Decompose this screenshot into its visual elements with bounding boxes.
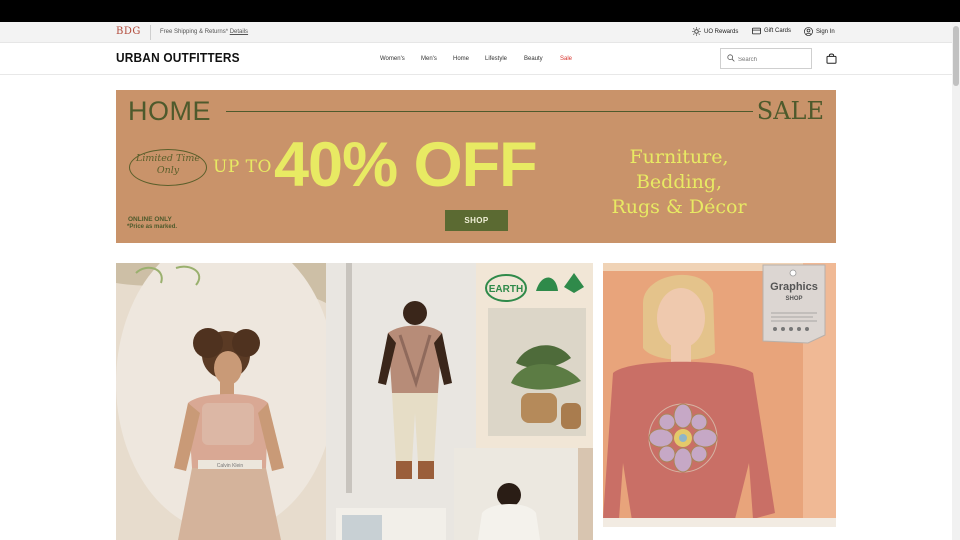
nav-mens[interactable]: Men's (421, 56, 437, 62)
shipping-text: Free Shipping & Returns* (160, 29, 229, 35)
urban-outfitters-logo[interactable]: URBAN OUTFITTERS (116, 51, 240, 65)
waistband-label: Calvin Klein (217, 463, 244, 469)
shipping-promo: Free Shipping & Returns* Details (160, 29, 248, 35)
discount-headline: 40% OFF (274, 130, 538, 200)
utility-divider (150, 25, 151, 40)
shipping-details-link[interactable]: Details (230, 29, 248, 35)
up-to-text: UP TO (213, 157, 272, 177)
user-icon (804, 27, 813, 36)
search-icon (727, 54, 735, 62)
browser-top-bar (0, 0, 960, 22)
lifestyle-collage[interactable]: Calvin Klein EARTH (116, 263, 593, 540)
online-only-label: ONLINE ONLY (128, 216, 172, 223)
sign-in-link[interactable]: Sign In (804, 27, 835, 36)
scrollbar-track[interactable] (952, 22, 960, 540)
nav-home[interactable]: Home (453, 56, 469, 62)
graphics-tag-subtitle: SHOP (785, 296, 802, 302)
collage-image: Calvin Klein EARTH (116, 263, 593, 540)
bdg-brand-link[interactable]: BDG (116, 26, 141, 37)
home-sale-banner[interactable]: HOME SALE Limited Time Only UP TO 40% OF… (116, 90, 836, 243)
uo-rewards-label: UO Rewards (704, 28, 739, 35)
price-note: *Price as marked. (127, 224, 178, 230)
shop-button[interactable]: SHOP (445, 210, 508, 231)
banner-home-heading: HOME (128, 96, 211, 126)
nav-beauty[interactable]: Beauty (524, 56, 543, 62)
limited-time-text: Limited Time Only (136, 153, 200, 176)
scrollbar-thumb[interactable] (953, 26, 959, 86)
earth-badge-text: EARTH (489, 284, 523, 295)
shopping-bag-icon[interactable] (826, 53, 837, 64)
sale-categories-line-2: Rugs & Décor (611, 196, 747, 218)
graphics-shop-tile[interactable]: Graphics SHOP (603, 263, 836, 527)
uo-rewards-link[interactable]: UO Rewards (692, 27, 738, 36)
search-box[interactable] (720, 48, 812, 69)
graphics-shop-image: Graphics SHOP (603, 263, 836, 527)
banner-rule (226, 111, 753, 112)
gift-cards-label: Gift Cards (764, 28, 792, 34)
sign-in-label: Sign In (816, 28, 835, 35)
nav-lifestyle[interactable]: Lifestyle (485, 56, 507, 62)
gift-card-icon (752, 27, 761, 35)
banner-sale-heading: SALE (756, 97, 824, 125)
sale-categories-line-1: Furniture, Bedding, (629, 146, 729, 193)
sale-categories: Furniture, Bedding, Rugs & Décor (584, 145, 774, 220)
nav-sale[interactable]: Sale (560, 56, 572, 62)
search-input[interactable] (738, 54, 808, 65)
graphics-tag-title: Graphics (770, 281, 818, 293)
nav-womens[interactable]: Women's (380, 56, 405, 62)
gift-cards-link[interactable]: Gift Cards (752, 27, 791, 35)
sun-icon (692, 27, 701, 36)
